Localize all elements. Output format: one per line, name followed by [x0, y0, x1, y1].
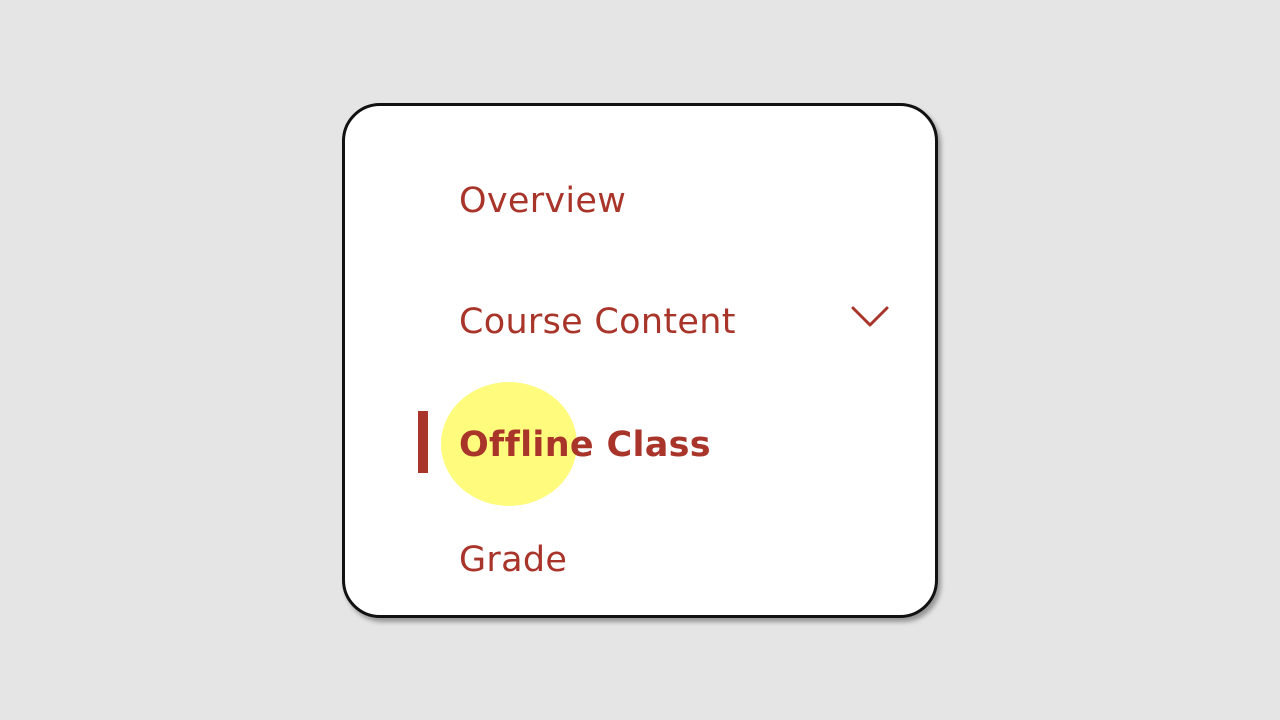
nav-item-label-part2: Class: [606, 425, 711, 465]
nav-item-course-content[interactable]: Course Content: [459, 302, 889, 342]
course-nav-menu: Overview Course Content Offline Class Gr…: [342, 103, 938, 618]
nav-item-label-part1: Offline: [459, 425, 594, 465]
active-indicator: [418, 411, 428, 473]
nav-item-offline-class[interactable]: Offline Class: [459, 425, 711, 465]
nav-item-label: Course Content: [459, 302, 736, 342]
nav-item-label: Overview: [459, 181, 627, 221]
chevron-down-icon[interactable]: [851, 305, 889, 329]
nav-item-grade[interactable]: Grade: [459, 540, 567, 580]
stage: Overview Course Content Offline Class Gr…: [0, 0, 1280, 720]
nav-item-label: Grade: [459, 540, 568, 580]
nav-item-overview[interactable]: Overview: [459, 181, 626, 221]
